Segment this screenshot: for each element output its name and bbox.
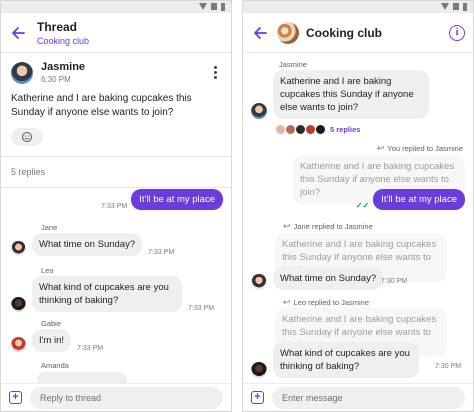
incoming-message: What kind of cupcakes are you thinking o…	[251, 342, 419, 378]
message-time: 6:30 PM	[41, 75, 71, 84]
app-bar: Thread Cooking club	[1, 13, 231, 53]
signal-icon	[211, 3, 217, 10]
battery-icon	[221, 3, 225, 11]
avatar[interactable]	[11, 61, 33, 84]
outgoing-message: 7:33 PM It'll be at my place	[93, 189, 231, 210]
message-text: Katherine and I are baking cupcakes this…	[11, 93, 192, 118]
message-input[interactable]: Enter message	[272, 386, 465, 409]
add-reaction-icon	[22, 132, 32, 142]
sender-name: Jane	[41, 223, 58, 232]
composer: + Reply to thread	[1, 383, 231, 411]
info-icon[interactable]: i	[449, 25, 465, 41]
incoming-message: What time on Sunday?	[251, 267, 384, 290]
avatar[interactable]	[251, 274, 267, 290]
outgoing-message: ✓✓ It'll be at my place	[348, 189, 473, 210]
incoming-message: What time on Sunday? 7:33 PM	[11, 233, 174, 256]
status-bar	[1, 1, 231, 13]
incoming-message: What kind of cupcakes are you thinking o…	[11, 276, 214, 312]
message-time: 7:33 PM	[101, 203, 128, 210]
reply-icon: ↩	[283, 221, 291, 231]
incoming-message: I'm in! 7:33 PM	[11, 329, 103, 352]
channel-avatar[interactable]	[277, 21, 299, 44]
message-time: 7:30 PM	[381, 278, 408, 285]
page-title: Cooking club	[306, 25, 382, 40]
message-bubble[interactable]: It'll be at my place	[373, 189, 465, 210]
message-time: 7:33 PM	[188, 305, 215, 312]
reply-label: ↩ You replied to Jasmine	[377, 143, 463, 154]
sender-name: Jasmine	[279, 60, 307, 69]
add-box-icon[interactable]: +	[9, 391, 22, 404]
message-time: 7:33 PM	[77, 345, 104, 352]
sender-name: Leo	[41, 266, 54, 275]
app-bar: Cooking club i	[243, 13, 473, 53]
avatar	[315, 124, 326, 135]
parent-message: Jasmine 6:30 PM Katherine and I are baki…	[1, 53, 231, 146]
arrow-left-icon[interactable]	[11, 26, 25, 40]
status-bar	[243, 1, 473, 13]
message-bubble[interactable]: What kind of cupcakes are you thinking o…	[32, 276, 182, 312]
message-bubble[interactable]: It'll be at my place	[131, 189, 223, 210]
wifi-icon	[441, 3, 449, 10]
wifi-icon	[199, 3, 207, 10]
avatar[interactable]	[11, 297, 26, 312]
message-time: 7:33 PM	[148, 249, 175, 256]
channel-name[interactable]: Cooking club	[37, 36, 89, 46]
thread-screen: Thread Cooking club Jasmine 6:30 PM Kath…	[0, 0, 232, 412]
channel-screen: Cooking club i Jasmine Katherine and I a…	[242, 0, 474, 412]
message-bubble[interactable]: What kind of cupcakes are you thinking o…	[273, 342, 419, 378]
reply-label-text: You replied to Jasmine	[387, 144, 463, 153]
more-vert-icon[interactable]	[210, 64, 221, 81]
replies-link[interactable]: 5 replies	[330, 125, 360, 134]
message-bubble[interactable]: What time on Sunday?	[273, 267, 384, 290]
signal-icon	[453, 3, 459, 10]
avatar[interactable]	[251, 103, 267, 119]
reply-input[interactable]: Reply to thread	[30, 386, 223, 409]
add-reaction-button[interactable]	[11, 128, 43, 146]
message-bubble[interactable]: What time on Sunday?	[32, 233, 143, 256]
page-title: Thread	[37, 19, 78, 34]
message-bubble[interactable]: I'm in!	[32, 329, 72, 352]
avatar[interactable]	[11, 241, 26, 256]
incoming-message: Katherine and I are baking cupcakes this…	[251, 70, 429, 119]
battery-icon	[463, 3, 467, 11]
composer: + Enter message	[243, 383, 473, 411]
reply-label: ↩ Jane replied to Jasmine	[283, 221, 373, 232]
author-name: Jasmine	[41, 61, 86, 73]
reply-label: ↩ Leo replied to Jasmine	[283, 297, 369, 308]
reply-icon: ↩	[283, 297, 291, 307]
avatar[interactable]	[251, 362, 267, 378]
replies-count: 5 replies	[1, 157, 231, 188]
thread-replies-summary[interactable]: 5 replies	[275, 124, 360, 135]
read-receipt-icon: ✓✓	[355, 201, 370, 210]
reply-label-text: Leo replied to Jasmine	[293, 298, 370, 307]
reply-icon: ↩	[376, 143, 385, 153]
message-time: 7:30 PM	[435, 363, 462, 370]
sender-name: Gabie	[41, 319, 62, 328]
reply-label-text: Jane replied to Jasmine	[293, 222, 373, 231]
avatar[interactable]	[11, 337, 26, 352]
message-bubble[interactable]: Katherine and I are baking cupcakes this…	[273, 70, 429, 119]
arrow-left-icon[interactable]	[253, 26, 267, 40]
add-box-icon[interactable]: +	[251, 391, 264, 404]
sender-name: Amanda	[41, 361, 69, 370]
